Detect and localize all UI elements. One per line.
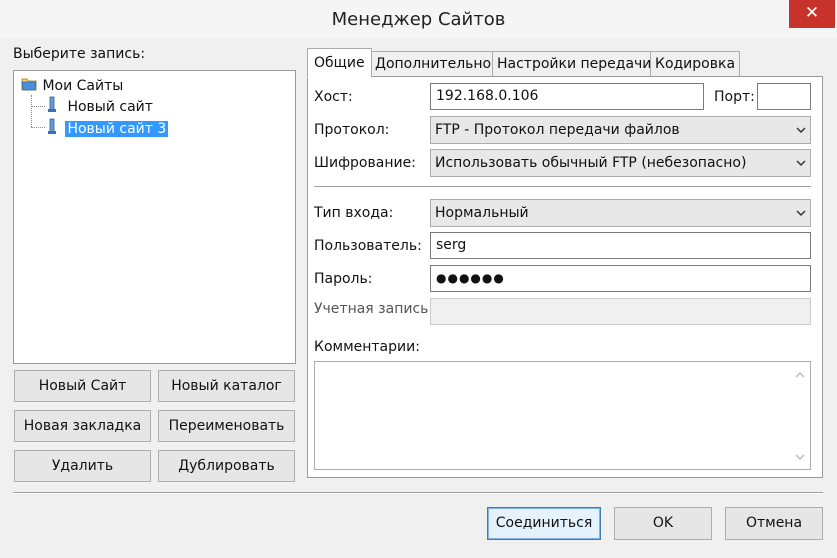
tab-general[interactable]: Общие <box>307 48 372 78</box>
host-field[interactable]: 192.168.0.106 <box>430 83 704 110</box>
title-bar: Менеджер Сайтов ✕ <box>0 0 837 38</box>
tree-item-label: Новый сайт <box>67 99 153 115</box>
protocol-select-value: FTP - Протокол передачи файлов <box>435 122 680 138</box>
protocol-select[interactable]: FTP - Протокол передачи файлов <box>430 116 811 144</box>
new-folder-button[interactable]: Новый каталог <box>158 370 295 402</box>
server-icon <box>48 118 56 134</box>
tree-item[interactable]: Новый сайт <box>45 96 153 116</box>
tree-item-selected[interactable]: Новый сайт 3 <box>45 118 169 138</box>
tab-advanced[interactable]: Дополнительно <box>370 51 497 77</box>
comments-label: Комментарии: <box>314 339 420 355</box>
site-tree[interactable]: Мои Сайты Новый сайт Новый сайт 3 <box>13 70 296 364</box>
user-label: Пользователь: <box>314 238 422 254</box>
chevron-down-icon <box>796 127 806 134</box>
folder-icon <box>21 78 37 91</box>
ok-button[interactable]: OK <box>614 507 712 540</box>
tree-root-label: Мои Сайты <box>42 78 124 94</box>
close-icon: ✕ <box>804 3 820 23</box>
delete-button[interactable]: Удалить <box>14 450 151 482</box>
protocol-label: Протокол: <box>314 122 390 138</box>
chevron-down-icon <box>796 160 806 167</box>
cancel-button[interactable]: Отмена <box>725 507 823 540</box>
window-title: Менеджер Сайтов <box>331 9 506 30</box>
port-field[interactable] <box>757 83 811 110</box>
server-icon <box>48 96 56 112</box>
connect-button[interactable]: Соединиться <box>487 507 601 540</box>
encryption-select[interactable]: Использовать обычный FTP (небезопасно) <box>430 149 811 177</box>
account-field <box>430 298 811 325</box>
tree-root[interactable]: Мои Сайты <box>20 75 123 95</box>
logon-type-select-value: Нормальный <box>435 205 529 221</box>
rename-button[interactable]: Переименовать <box>158 410 295 442</box>
section-divider <box>314 186 811 188</box>
tab-transfer-settings[interactable]: Настройки передачи <box>492 51 657 77</box>
tree-item-label: Новый сайт 3 <box>65 121 169 137</box>
user-field[interactable]: serg <box>430 232 811 259</box>
password-field[interactable]: ●●●●●● <box>430 265 811 292</box>
password-label: Пароль: <box>314 271 373 287</box>
logon-type-select[interactable]: Нормальный <box>430 199 811 227</box>
scroll-down-icon[interactable] <box>793 452 807 462</box>
duplicate-button[interactable]: Дублировать <box>158 450 295 482</box>
port-label: Порт: <box>714 89 755 105</box>
comments-textarea[interactable] <box>314 361 811 470</box>
chevron-down-icon <box>796 210 806 217</box>
select-entry-label: Выберите запись: <box>13 46 146 62</box>
tab-charset[interactable]: Кодировка <box>650 51 741 77</box>
encryption-label: Шифрование: <box>314 155 416 171</box>
account-label: Учетная запись: <box>314 301 434 317</box>
close-button[interactable]: ✕ <box>789 0 835 28</box>
host-label: Хост: <box>314 89 353 105</box>
logon-type-label: Тип входа: <box>314 205 394 221</box>
new-site-button[interactable]: Новый Сайт <box>14 370 151 402</box>
footer-divider <box>13 492 823 494</box>
scroll-up-icon[interactable] <box>793 370 807 380</box>
new-bookmark-button[interactable]: Новая закладка <box>14 410 151 442</box>
encryption-select-value: Использовать обычный FTP (небезопасно) <box>435 155 747 171</box>
